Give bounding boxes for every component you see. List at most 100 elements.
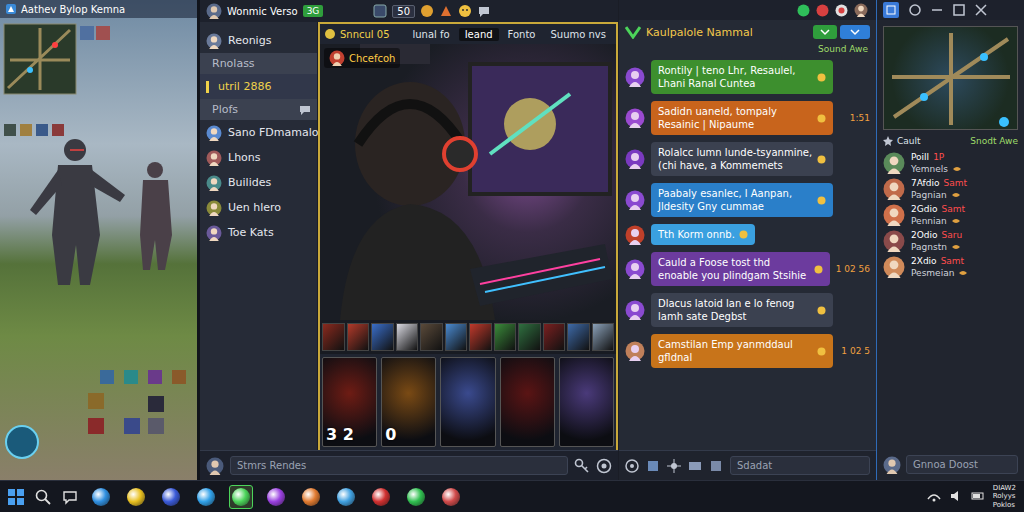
minimap[interactable] [883, 26, 1018, 130]
hero-card[interactable] [500, 357, 555, 447]
hero-card[interactable]: 0 [381, 357, 436, 447]
taskbar-app[interactable] [439, 485, 463, 509]
battery-icon[interactable] [971, 489, 985, 503]
sticker-icon[interactable] [709, 459, 723, 473]
taskbar-app[interactable] [299, 485, 323, 509]
emoji-icon [817, 306, 826, 315]
taskbar-app[interactable] [229, 485, 253, 509]
settings-icon[interactable] [596, 458, 612, 474]
user-status: Yemnels [911, 164, 948, 174]
star-icon [883, 136, 893, 146]
sidebar-item[interactable]: Plofs [200, 99, 317, 120]
user-row[interactable]: Poill1PYemnels [883, 152, 1018, 174]
item-slot[interactable] [445, 323, 468, 351]
item-slot[interactable] [420, 323, 443, 351]
taskbar-app[interactable] [369, 485, 393, 509]
chat-icon[interactable] [299, 104, 311, 116]
message-input[interactable] [230, 456, 568, 475]
stream-video[interactable]: Chcefcoh [320, 44, 616, 320]
emoji-icon[interactable] [420, 4, 434, 18]
stream-tab[interactable]: Suumo nvs [544, 28, 612, 41]
status-icon[interactable] [797, 4, 810, 17]
fire-icon[interactable] [439, 4, 453, 18]
sun-icon[interactable] [667, 459, 681, 473]
image-icon[interactable] [646, 459, 660, 473]
menu-icon[interactable] [840, 25, 870, 39]
gif-icon[interactable] [688, 459, 702, 473]
smile-icon[interactable] [458, 4, 472, 18]
sidebar-item[interactable]: Uen hlero [200, 195, 317, 220]
taskbar-app[interactable] [194, 485, 218, 509]
stream-panel: Snncul 05lunal foIeandFontoSuumo nvsChce… [318, 22, 618, 450]
item-slot[interactable] [322, 323, 345, 351]
user-row[interactable]: 2OdioSaruPagnstn [883, 230, 1018, 252]
sidebar-item[interactable]: Toe Kats [200, 220, 317, 245]
item-slot[interactable] [592, 323, 615, 351]
sidebar-label: Builides [228, 176, 271, 189]
sidebar-item[interactable]: Rnolass [200, 53, 317, 74]
stream-tab[interactable]: Fonto [502, 28, 542, 41]
close-icon[interactable] [975, 4, 987, 16]
sidebar-item[interactable]: Sano FDmamalon [200, 120, 317, 145]
panel-input-bar [877, 449, 1024, 480]
channel-icon [324, 28, 336, 40]
search-icon[interactable] [35, 489, 51, 505]
avatar-icon [625, 259, 645, 279]
hero-card[interactable]: 3 2 [322, 357, 377, 447]
user-row[interactable]: 7AfdioSamtPagnian [883, 178, 1018, 200]
taskview-icon[interactable] [62, 489, 78, 505]
alert-icon[interactable] [835, 4, 848, 17]
minimize-icon[interactable] [931, 4, 943, 16]
stream-tab[interactable]: lunal fo [406, 28, 455, 41]
item-slot[interactable] [543, 323, 566, 351]
sidebar-item[interactable]: Builides [200, 170, 317, 195]
sidebar-item[interactable]: Lhons [200, 145, 317, 170]
window-icon[interactable] [373, 4, 387, 18]
maximize-icon[interactable] [953, 4, 965, 16]
stream-tab[interactable]: Ieand [459, 28, 499, 41]
taskbar-app[interactable] [124, 485, 148, 509]
start-icon[interactable] [8, 489, 24, 505]
item-slot[interactable] [371, 323, 394, 351]
sidebar-item[interactable]: Reonigs [200, 28, 317, 53]
user-tag: Samt [943, 178, 967, 188]
emoji-icon [817, 347, 826, 356]
chat-input[interactable] [730, 456, 870, 475]
taskbar-app[interactable] [264, 485, 288, 509]
key-icon[interactable] [574, 458, 590, 474]
item-slot[interactable] [494, 323, 517, 351]
taskbar-app[interactable] [404, 485, 428, 509]
taskbar-app[interactable] [159, 485, 183, 509]
volume-icon[interactable] [949, 489, 963, 503]
user-row[interactable]: 2XdioSamtPesmeian [883, 256, 1018, 278]
chat-panel: Kaulpalole NammalSound AweRontily | teno… [618, 0, 876, 480]
reaction-icon [951, 217, 961, 225]
circle-icon[interactable] [909, 4, 921, 16]
game-logo-icon [5, 3, 17, 15]
item-slot[interactable] [518, 323, 541, 351]
emoji-icon [817, 155, 826, 164]
game-view[interactable]: Aathev Bylop Kemna [0, 0, 197, 480]
chat-icon[interactable] [477, 4, 491, 18]
taskbar-app[interactable] [334, 485, 358, 509]
wifi-icon[interactable] [927, 489, 941, 503]
message-bubble: Tth Korm onnb. [651, 224, 755, 245]
hero-card[interactable] [559, 357, 614, 447]
record-icon[interactable] [816, 4, 829, 17]
panel-input[interactable] [906, 455, 1018, 474]
item-slot[interactable] [567, 323, 590, 351]
game-scene [0, 20, 197, 480]
dropdown-icon[interactable] [813, 25, 837, 39]
app-icon[interactable] [883, 2, 899, 18]
gear-icon[interactable] [625, 459, 639, 473]
side-panel: CaultSnodt AwePoill1PYemnels7AfdioSamtPa… [876, 0, 1024, 480]
item-slot[interactable] [347, 323, 370, 351]
sidebar-item[interactable]: utril 2886 [200, 74, 317, 99]
user-row[interactable]: 2GdioSamtPennian [883, 204, 1018, 226]
sidebar-label: Toe Kats [228, 226, 274, 239]
count-box[interactable]: 50 [392, 5, 415, 18]
hero-card[interactable] [440, 357, 495, 447]
taskbar-app[interactable] [89, 485, 113, 509]
item-slot[interactable] [396, 323, 419, 351]
item-slot[interactable] [469, 323, 492, 351]
